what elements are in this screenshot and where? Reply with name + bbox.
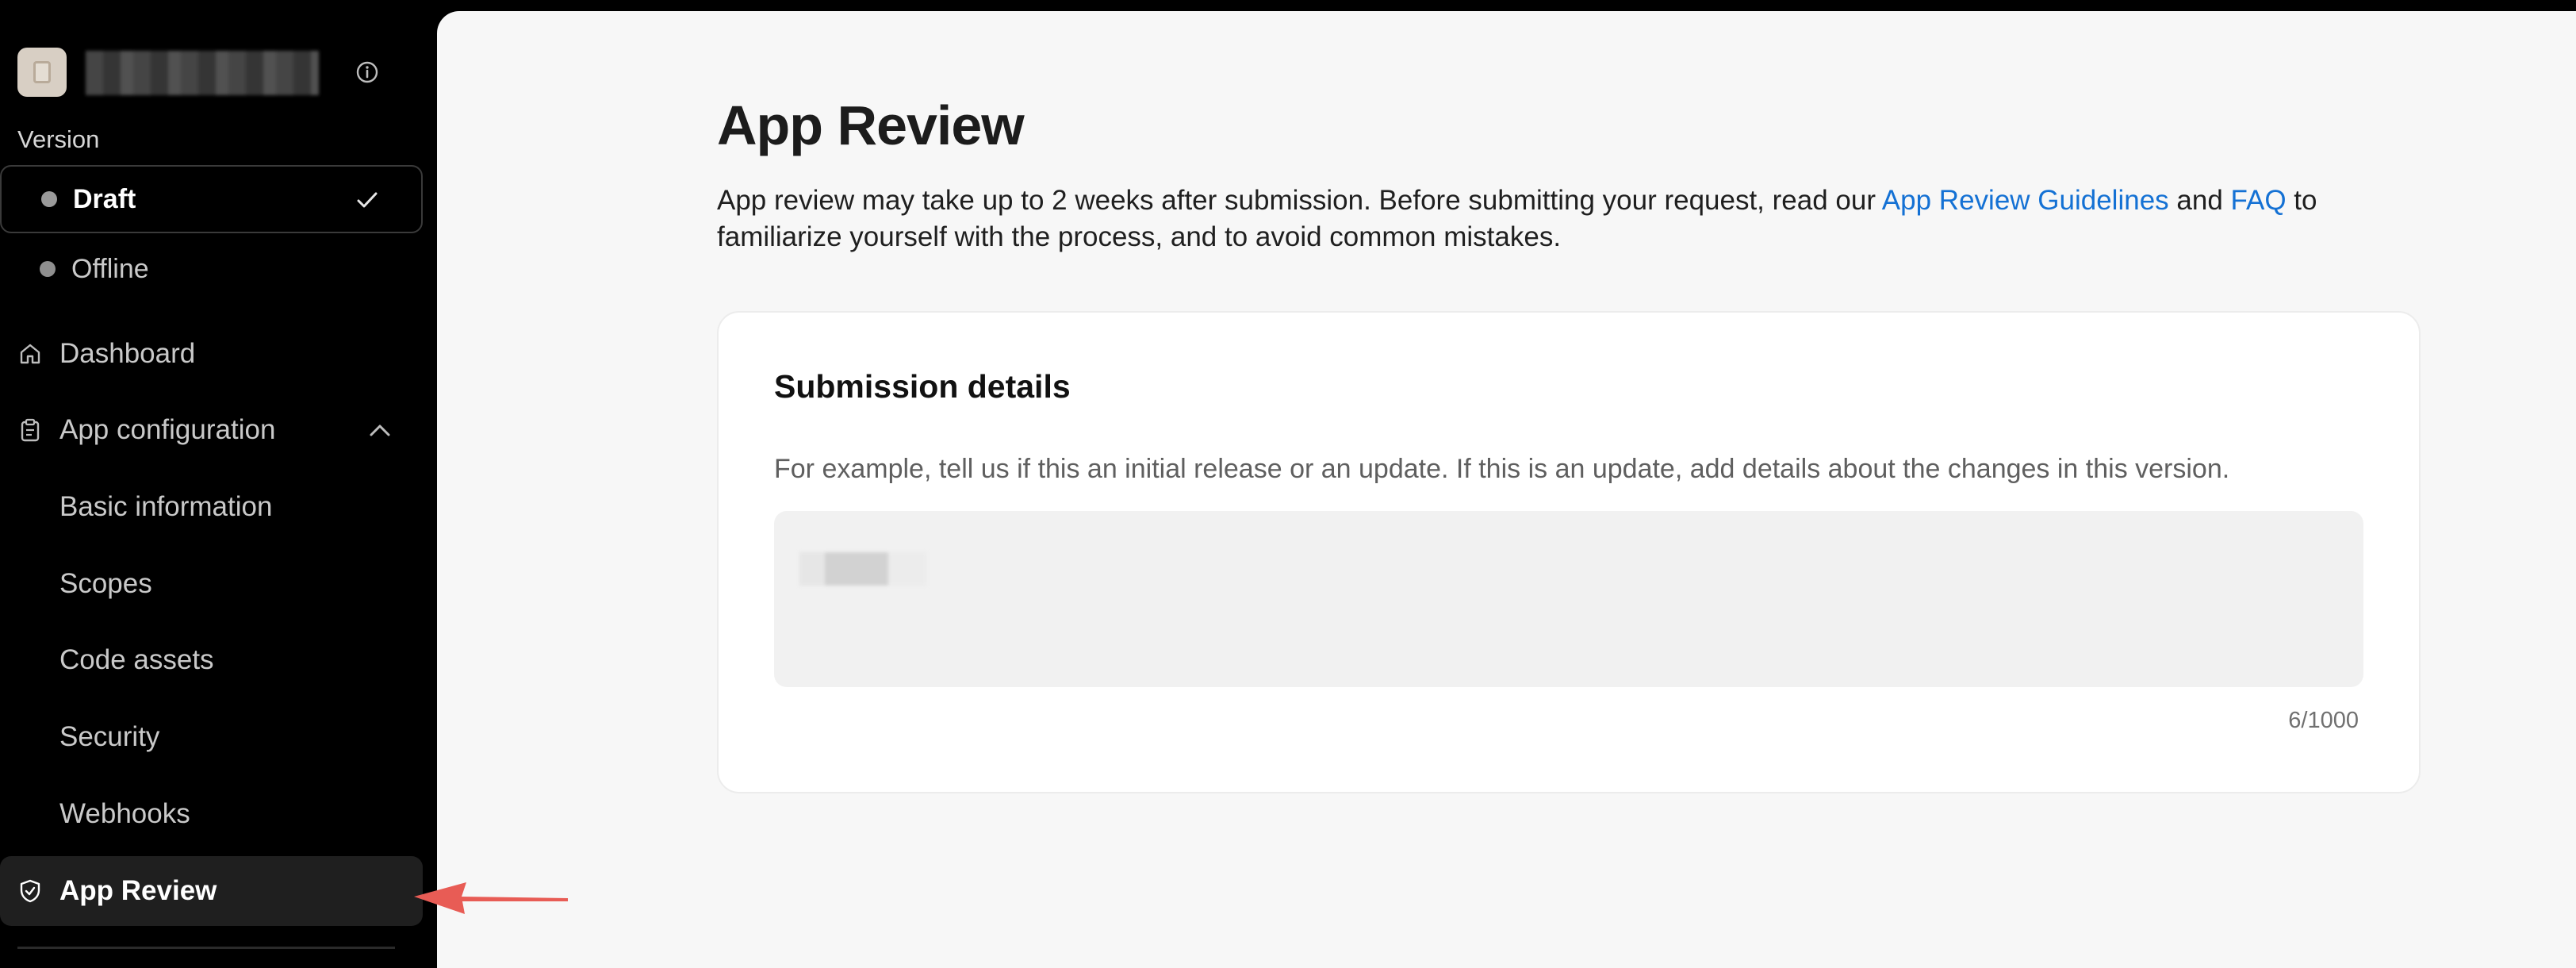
sidebar-item-webhooks[interactable]: Webhooks <box>0 779 423 849</box>
page-description: App review may take up to 2 weeks after … <box>717 182 2398 255</box>
main-content: App Review App review may take up to 2 w… <box>437 11 2576 968</box>
sidebar-item-label: App configuration <box>59 414 276 445</box>
card-help-text: For example, tell us if this an initial … <box>774 454 2230 484</box>
sidebar-item-app-configuration[interactable]: App configuration <box>0 395 423 465</box>
app-name-redacted <box>86 51 319 95</box>
app-header <box>17 44 418 98</box>
clipboard-icon <box>21 418 40 442</box>
version-option-offline[interactable]: Offline <box>0 235 423 303</box>
version-option-label: Draft <box>73 183 136 214</box>
sidebar-item-label: Webhooks <box>59 798 190 829</box>
version-option-label: Offline <box>71 253 149 284</box>
faq-link[interactable]: FAQ <box>2231 185 2287 216</box>
textarea-value-redacted <box>799 552 926 586</box>
sidebar-item-scopes[interactable]: Scopes <box>0 549 423 619</box>
sidebar-item-label: Scopes <box>59 568 152 599</box>
description-text: and <box>2168 185 2231 216</box>
home-icon <box>20 344 40 364</box>
sidebar-item-label: Security <box>59 721 160 752</box>
status-dot <box>41 191 57 207</box>
sidebar-item-dashboard[interactable]: Dashboard <box>0 319 423 389</box>
submission-details-textarea[interactable] <box>774 511 2363 687</box>
info-icon[interactable] <box>355 60 379 84</box>
sidebar: Version Draft Offline Dashboard App conf… <box>0 0 437 968</box>
check-icon <box>357 192 378 208</box>
annotation-arrow-icon <box>414 882 568 914</box>
app-logo-icon <box>33 61 51 83</box>
version-option-draft[interactable]: Draft <box>0 165 423 233</box>
version-label: Version <box>17 125 100 153</box>
app-review-guidelines-link[interactable]: App Review Guidelines <box>1882 185 2169 216</box>
description-text: App review may take up to 2 weeks after … <box>717 185 1882 216</box>
app-window: Version Draft Offline Dashboard App conf… <box>0 0 2576 968</box>
divider <box>17 947 395 949</box>
sidebar-item-code-assets[interactable]: Code assets <box>0 625 423 695</box>
page-title: App Review <box>717 94 1025 156</box>
sidebar-item-label: Basic information <box>59 491 273 522</box>
app-avatar[interactable] <box>17 48 67 97</box>
sidebar-item-label: App Review <box>59 875 217 906</box>
sidebar-item-app-review[interactable]: App Review <box>0 856 423 926</box>
sidebar-item-label: Dashboard <box>59 338 196 369</box>
sidebar-item-basic-information[interactable]: Basic information <box>0 472 423 542</box>
sidebar-item-label: Code assets <box>59 644 214 675</box>
character-counter: 6/1000 <box>2288 708 2359 733</box>
shield-check-icon <box>20 879 40 903</box>
card-title: Submission details <box>774 368 1071 405</box>
submission-details-card: Submission details For example, tell us … <box>717 311 2421 793</box>
sidebar-item-security[interactable]: Security <box>0 702 423 772</box>
chevron-up-icon[interactable] <box>367 419 393 441</box>
status-dot <box>40 261 56 277</box>
